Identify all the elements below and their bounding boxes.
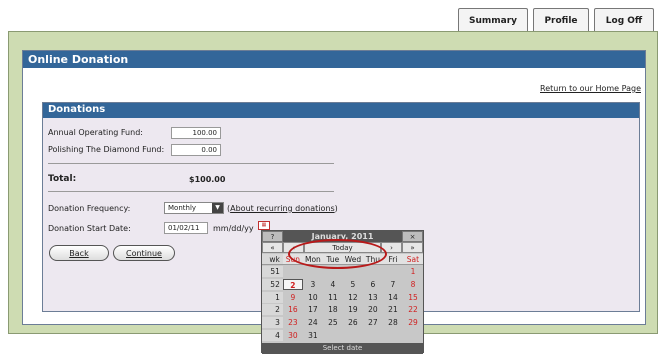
calendar-day — [363, 330, 383, 341]
calendar-day[interactable]: 18 — [323, 304, 343, 315]
start-date-input[interactable]: 01/02/11 — [164, 222, 208, 234]
calendar-day[interactable]: 23 — [283, 317, 303, 328]
online-donation-title: Online Donation — [23, 51, 645, 68]
total-label: Total: — [48, 174, 77, 184]
calendar-day[interactable]: 2 — [282, 278, 303, 290]
week-number: 2 — [262, 304, 283, 316]
week-number: 51 — [262, 266, 283, 277]
continue-button[interactable]: Continue — [113, 245, 175, 261]
calendar-day[interactable]: 27 — [363, 317, 383, 328]
tab-log-off[interactable]: Log Off — [594, 8, 654, 32]
calendar-day[interactable]: 6 — [363, 279, 383, 290]
calendar-icon[interactable]: ▦ — [258, 221, 270, 230]
about-recurring: (About recurring donations) — [227, 204, 338, 213]
annual-fund-label: Annual Operating Fund: — [48, 128, 143, 137]
total-value: $100.00 — [189, 175, 226, 184]
calendar-day[interactable]: 15 — [403, 292, 423, 303]
calendar-week-row: 4 30 31 — [262, 330, 423, 341]
frequency-select[interactable]: Monthly ▼ — [164, 202, 224, 214]
week-header: wk — [262, 254, 283, 264]
calendar-week-row: 3 23 24 25 26 27 28 29 — [262, 317, 423, 329]
donations-title: Donations — [43, 103, 639, 118]
calendar-day[interactable]: 19 — [343, 304, 363, 315]
calendar-day — [403, 330, 423, 341]
calendar-day[interactable]: 13 — [363, 292, 383, 303]
calendar-day[interactable]: 20 — [363, 304, 383, 315]
calendar-day[interactable]: 11 — [323, 292, 343, 303]
prev-year-button[interactable]: « — [262, 242, 283, 253]
calendar-day — [383, 330, 403, 341]
calendar-day[interactable]: 14 — [383, 292, 403, 303]
calendar-day[interactable]: 22 — [403, 304, 423, 315]
calendar-day — [343, 330, 363, 341]
calendar-day — [323, 330, 343, 341]
diamond-fund-label: Polishing The Diamond Fund: — [48, 145, 165, 154]
calendar-week-row: 2 16 17 18 19 20 21 22 — [262, 304, 423, 316]
calendar-day[interactable]: 21 — [383, 304, 403, 315]
calendar-footer: Select date — [262, 343, 423, 354]
divider — [48, 163, 334, 164]
calendar-day[interactable]: 16 — [283, 304, 303, 315]
weekday-header: Sat — [406, 255, 420, 264]
week-number: 52 — [262, 278, 283, 290]
calendar-day[interactable]: 1 — [403, 266, 423, 277]
tab-profile[interactable]: Profile — [533, 8, 589, 32]
annual-fund-input[interactable]: 100.00 — [171, 127, 221, 139]
diamond-fund-input[interactable]: 0.00 — [171, 144, 221, 156]
week-number: 1 — [262, 291, 283, 303]
frequency-value: Monthly — [168, 204, 197, 212]
calendar-day[interactable]: 29 — [403, 317, 423, 328]
chevron-down-icon[interactable]: ▼ — [212, 203, 223, 213]
calendar-day[interactable]: 9 — [283, 292, 303, 303]
calendar-day[interactable]: 24 — [303, 317, 323, 328]
calendar-day[interactable]: 17 — [303, 304, 323, 315]
calendar-day[interactable]: 5 — [343, 279, 363, 290]
frequency-label: Donation Frequency: — [48, 204, 131, 213]
about-recurring-link[interactable]: About recurring donations — [230, 204, 335, 213]
start-date-label: Donation Start Date: — [48, 224, 131, 233]
highlight-ellipse — [288, 239, 387, 269]
help-icon[interactable]: ? — [262, 231, 283, 242]
calendar-day — [363, 266, 383, 277]
calendar-day[interactable]: 30 — [283, 330, 303, 341]
divider — [48, 191, 334, 192]
calendar-day — [283, 266, 303, 277]
calendar-day[interactable]: 28 — [383, 317, 403, 328]
tab-summary[interactable]: Summary — [458, 8, 528, 32]
next-year-button[interactable]: » — [402, 242, 423, 253]
calendar-day[interactable]: 8 — [403, 279, 423, 290]
return-home-link[interactable]: Return to our Home Page — [540, 84, 641, 93]
calendar-day[interactable]: 25 — [323, 317, 343, 328]
calendar-day[interactable]: 31 — [303, 330, 323, 341]
calendar-day[interactable]: 26 — [343, 317, 363, 328]
calendar-day — [383, 266, 403, 277]
week-number: 4 — [262, 330, 283, 341]
calendar-week-row: 52 2 3 4 5 6 7 8 — [262, 278, 423, 290]
week-number: 3 — [262, 317, 283, 329]
calendar-day[interactable]: 4 — [323, 279, 343, 290]
date-format-hint: mm/dd/yy — [213, 224, 254, 233]
calendar-day[interactable]: 12 — [343, 292, 363, 303]
close-icon[interactable]: × — [402, 231, 423, 242]
calendar-day[interactable]: 3 — [303, 279, 323, 290]
calendar-week-row: 1 9 10 11 12 13 14 15 — [262, 291, 423, 303]
back-button[interactable]: Back — [49, 245, 109, 261]
calendar-day[interactable]: 7 — [383, 279, 403, 290]
calendar-day[interactable]: 10 — [303, 292, 323, 303]
